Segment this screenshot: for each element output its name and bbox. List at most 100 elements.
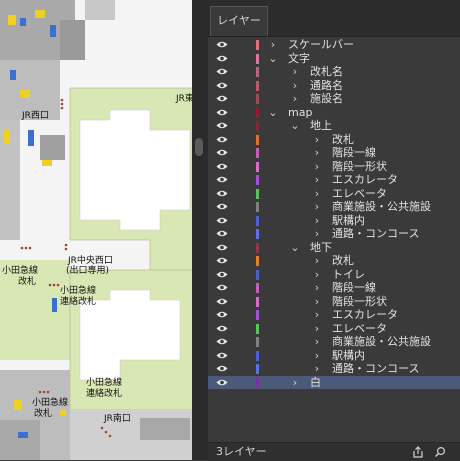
chevron-right-icon[interactable]: › <box>312 295 322 308</box>
panel-splitter[interactable] <box>192 0 208 460</box>
chevron-right-icon[interactable]: › <box>312 281 322 294</box>
visibility-eye-icon[interactable] <box>216 283 228 292</box>
visibility-eye-icon[interactable] <box>216 229 228 238</box>
chevron-right-icon[interactable]: › <box>312 146 322 159</box>
layer-row[interactable]: › 駅構内 <box>208 349 460 363</box>
layer-row[interactable]: › エスカレータ <box>208 308 460 322</box>
chevron-right-icon[interactable]: › <box>312 200 322 213</box>
chevron-right-icon[interactable]: › <box>312 187 322 200</box>
layer-row[interactable]: › 改札 <box>208 133 460 147</box>
chevron-right-icon[interactable]: › <box>312 308 322 321</box>
chevron-right-icon[interactable]: › <box>312 362 322 375</box>
visibility-eye-icon[interactable] <box>216 243 228 252</box>
chevron-right-icon[interactable]: › <box>290 65 300 78</box>
visibility-eye-icon[interactable] <box>216 297 228 306</box>
layer-color-swatch <box>256 134 259 145</box>
layer-name: 駅構内 <box>332 348 365 362</box>
chevron-right-icon[interactable]: › <box>312 335 322 348</box>
chevron-right-icon[interactable]: › <box>312 322 322 335</box>
layer-row[interactable]: › 通路・コンコース <box>208 362 460 376</box>
layer-row[interactable]: › 商業施設・公共施設 <box>208 335 460 349</box>
export-icon[interactable] <box>412 446 424 458</box>
search-icon[interactable] <box>434 446 446 458</box>
layer-name: 通路・コンコース <box>332 362 420 375</box>
tab-layers[interactable]: レイヤー <box>210 6 268 36</box>
layer-row[interactable]: ⌄ 文字 <box>208 52 460 66</box>
visibility-eye-icon[interactable] <box>216 378 228 387</box>
layer-row[interactable]: › 階段一形状 <box>208 295 460 309</box>
layer-color-swatch <box>256 202 259 212</box>
visibility-eye-icon[interactable] <box>216 189 228 198</box>
layer-row[interactable]: › 改札名 <box>208 65 460 79</box>
visibility-eye-icon[interactable] <box>216 67 228 76</box>
label-jr-central-west-2: (出口専用) <box>66 266 110 276</box>
visibility-eye-icon[interactable] <box>216 135 228 144</box>
layer-row[interactable]: ⌄ map <box>208 106 460 120</box>
chevron-right-icon[interactable]: › <box>290 92 300 105</box>
layer-row[interactable]: › 商業施設・公共施設 <box>208 200 460 214</box>
layer-row[interactable]: › エレベータ <box>208 322 460 336</box>
chevron-right-icon[interactable]: › <box>312 133 322 146</box>
layer-row[interactable]: › 白 <box>208 375 460 389</box>
chevron-down-icon[interactable]: ⌄ <box>268 106 278 119</box>
layer-color-swatch <box>256 40 259 50</box>
chevron-right-icon[interactable]: › <box>312 227 322 240</box>
visibility-eye-icon[interactable] <box>216 270 228 279</box>
map-canvas[interactable]: JR西口 JR東 JR中央西口 (出口専用) 小田急線 改札 小田急線 連絡改札… <box>0 0 200 460</box>
layer-name: 白 <box>310 375 321 389</box>
layer-row[interactable]: › 駅構内 <box>208 214 460 228</box>
chevron-right-icon[interactable]: › <box>312 160 322 173</box>
layer-row[interactable]: › 階段一線 <box>208 146 460 160</box>
visibility-eye-icon[interactable] <box>216 364 228 373</box>
visibility-eye-icon[interactable] <box>216 310 228 319</box>
layer-row[interactable]: › 通路名 <box>208 79 460 93</box>
layer-row[interactable]: › 改札 <box>208 254 460 268</box>
visibility-eye-icon[interactable] <box>216 216 228 225</box>
layer-row[interactable]: › トイレ <box>208 268 460 282</box>
chevron-right-icon[interactable]: › <box>312 214 322 227</box>
visibility-eye-icon[interactable] <box>216 162 228 171</box>
splitter-grip[interactable] <box>195 138 203 156</box>
visibility-eye-icon[interactable] <box>216 202 228 211</box>
layer-color-swatch <box>256 296 259 307</box>
layer-color-swatch <box>256 283 259 293</box>
label-odakyu-gate2-2: 改札 <box>34 409 53 419</box>
layer-row[interactable]: › 通路・コンコース <box>208 227 460 241</box>
chevron-right-icon[interactable]: › <box>268 38 278 51</box>
chevron-right-icon[interactable]: › <box>290 376 300 389</box>
chevron-down-icon[interactable]: ⌄ <box>268 52 278 65</box>
chevron-down-icon[interactable]: ⌄ <box>290 241 300 254</box>
layer-name: 地下 <box>310 240 332 254</box>
chevron-right-icon[interactable]: › <box>312 268 322 281</box>
layer-row[interactable]: › 施設名 <box>208 92 460 106</box>
visibility-eye-icon[interactable] <box>216 175 228 184</box>
layer-row[interactable]: ⌄ 地下 <box>208 241 460 255</box>
visibility-eye-icon[interactable] <box>216 81 228 90</box>
chevron-right-icon[interactable]: › <box>312 254 322 267</box>
layer-name: 階段一形状 <box>332 159 387 173</box>
layer-row[interactable]: › 階段一線 <box>208 281 460 295</box>
layer-name: エレベータ <box>332 321 387 335</box>
layer-row[interactable]: › エレベータ <box>208 187 460 201</box>
visibility-eye-icon[interactable] <box>216 324 228 333</box>
layer-row[interactable]: › スケールバー <box>208 38 460 52</box>
visibility-eye-icon[interactable] <box>216 40 228 49</box>
visibility-eye-icon[interactable] <box>216 337 228 346</box>
visibility-eye-icon[interactable] <box>216 351 228 360</box>
chevron-down-icon[interactable]: ⌄ <box>290 119 300 132</box>
visibility-eye-icon[interactable] <box>216 148 228 157</box>
chevron-right-icon[interactable]: › <box>312 349 322 362</box>
layer-name: エスカレータ <box>332 308 398 321</box>
layer-row[interactable]: ⌄ 地上 <box>208 119 460 133</box>
visibility-eye-icon[interactable] <box>216 94 228 103</box>
chevron-right-icon[interactable]: › <box>312 173 322 186</box>
visibility-eye-icon[interactable] <box>216 54 228 63</box>
panel-tab-bar: レイヤー <box>208 0 460 37</box>
layer-color-swatch <box>256 269 259 280</box>
visibility-eye-icon[interactable] <box>216 256 228 265</box>
layer-row[interactable]: › 階段一形状 <box>208 160 460 174</box>
layer-row[interactable]: › エスカレータ <box>208 173 460 187</box>
visibility-eye-icon[interactable] <box>216 108 228 117</box>
visibility-eye-icon[interactable] <box>216 121 228 130</box>
chevron-right-icon[interactable]: › <box>290 79 300 92</box>
